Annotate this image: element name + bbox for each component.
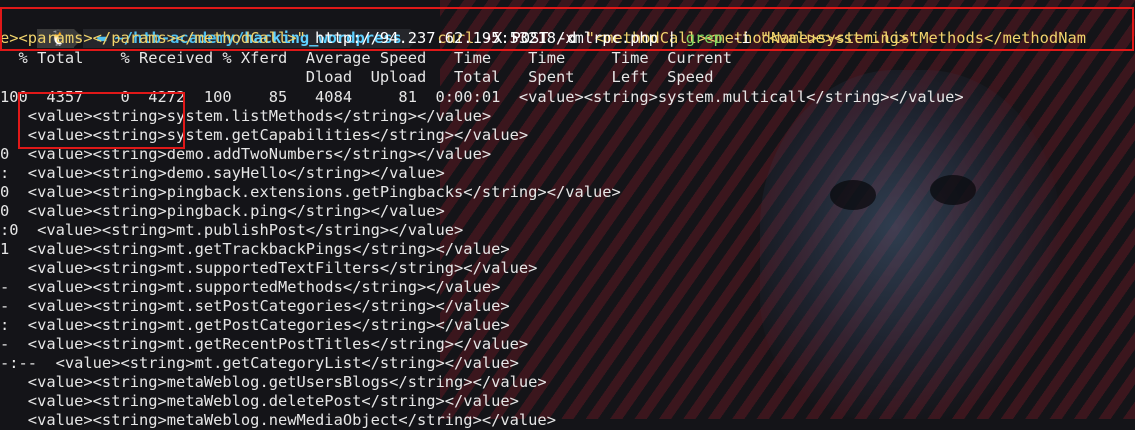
output-line: 0 <value><string>pingback.extensions.get… bbox=[0, 183, 621, 201]
command-url: http://94.237.62.195:53218/xmlrpc.php bbox=[305, 29, 668, 47]
curl-progress-header-1: % Total % Received % Xferd Average Speed… bbox=[0, 49, 733, 67]
output-line: <value><string>system.listMethods</strin… bbox=[0, 107, 492, 125]
curl-progress-header-2: Dload Upload Total Spent Left Speed bbox=[0, 68, 714, 86]
command-grep-pattern: "<value><string>" bbox=[759, 29, 918, 47]
output-line: - <value><string>mt.getRecentPostTitles<… bbox=[0, 335, 529, 353]
shell-prompt: 🐧 ▬ ~/htb-academy/hacking_wordpress curl -… bbox=[0, 10, 1086, 48]
output-line: : <value><string>demo.sayHello</string><… bbox=[0, 164, 445, 182]
output-line: -:-- <value><string>mt.getCategoryList</… bbox=[0, 354, 519, 372]
output-line: <value><string>mt.supportedTextFilters</… bbox=[0, 259, 538, 277]
output-line: 0 <value><string>demo.addTwoNumbers</str… bbox=[0, 145, 492, 163]
command-pipe: | bbox=[667, 29, 686, 47]
output-line: <value><string>metaWeblog.getUsersBlogs<… bbox=[0, 373, 547, 391]
output-line: <value><string>metaWeblog.newMediaObject… bbox=[0, 411, 556, 429]
output-line: <value><string>metaWeblog.deletePost</st… bbox=[0, 392, 519, 410]
command-grep: grep bbox=[685, 29, 723, 47]
command-grep-flags: -i bbox=[722, 29, 760, 47]
output-line: 0 <value><string>pingback.ping</string><… bbox=[0, 202, 445, 220]
output-line: : <value><string>mt.getPostCategories</s… bbox=[0, 316, 510, 334]
curl-progress-row: 100 4357 0 4272 100 85 4084 81 0:00:01 <… bbox=[0, 88, 964, 106]
output-line: - <value><string>mt.setPostCategories</s… bbox=[0, 297, 510, 315]
output-line: :0 <value><string>mt.publishPost</string… bbox=[0, 221, 464, 239]
output-line: <value><string>system.getCapabilities</s… bbox=[0, 126, 529, 144]
command-line-2[interactable]: e><params></params></methodCall>" http:/… bbox=[0, 29, 917, 48]
output-line: - <value><string>mt.supportedMethods</st… bbox=[0, 278, 501, 296]
terminal-window[interactable]: 🐧 ▬ ~/htb-academy/hacking_wordpress curl -… bbox=[0, 0, 1135, 429]
output-line: 1 <value><string>mt.getTrackbackPings</s… bbox=[0, 240, 510, 258]
command-data-arg-part2: e><params></params></methodCall>" bbox=[0, 29, 306, 47]
